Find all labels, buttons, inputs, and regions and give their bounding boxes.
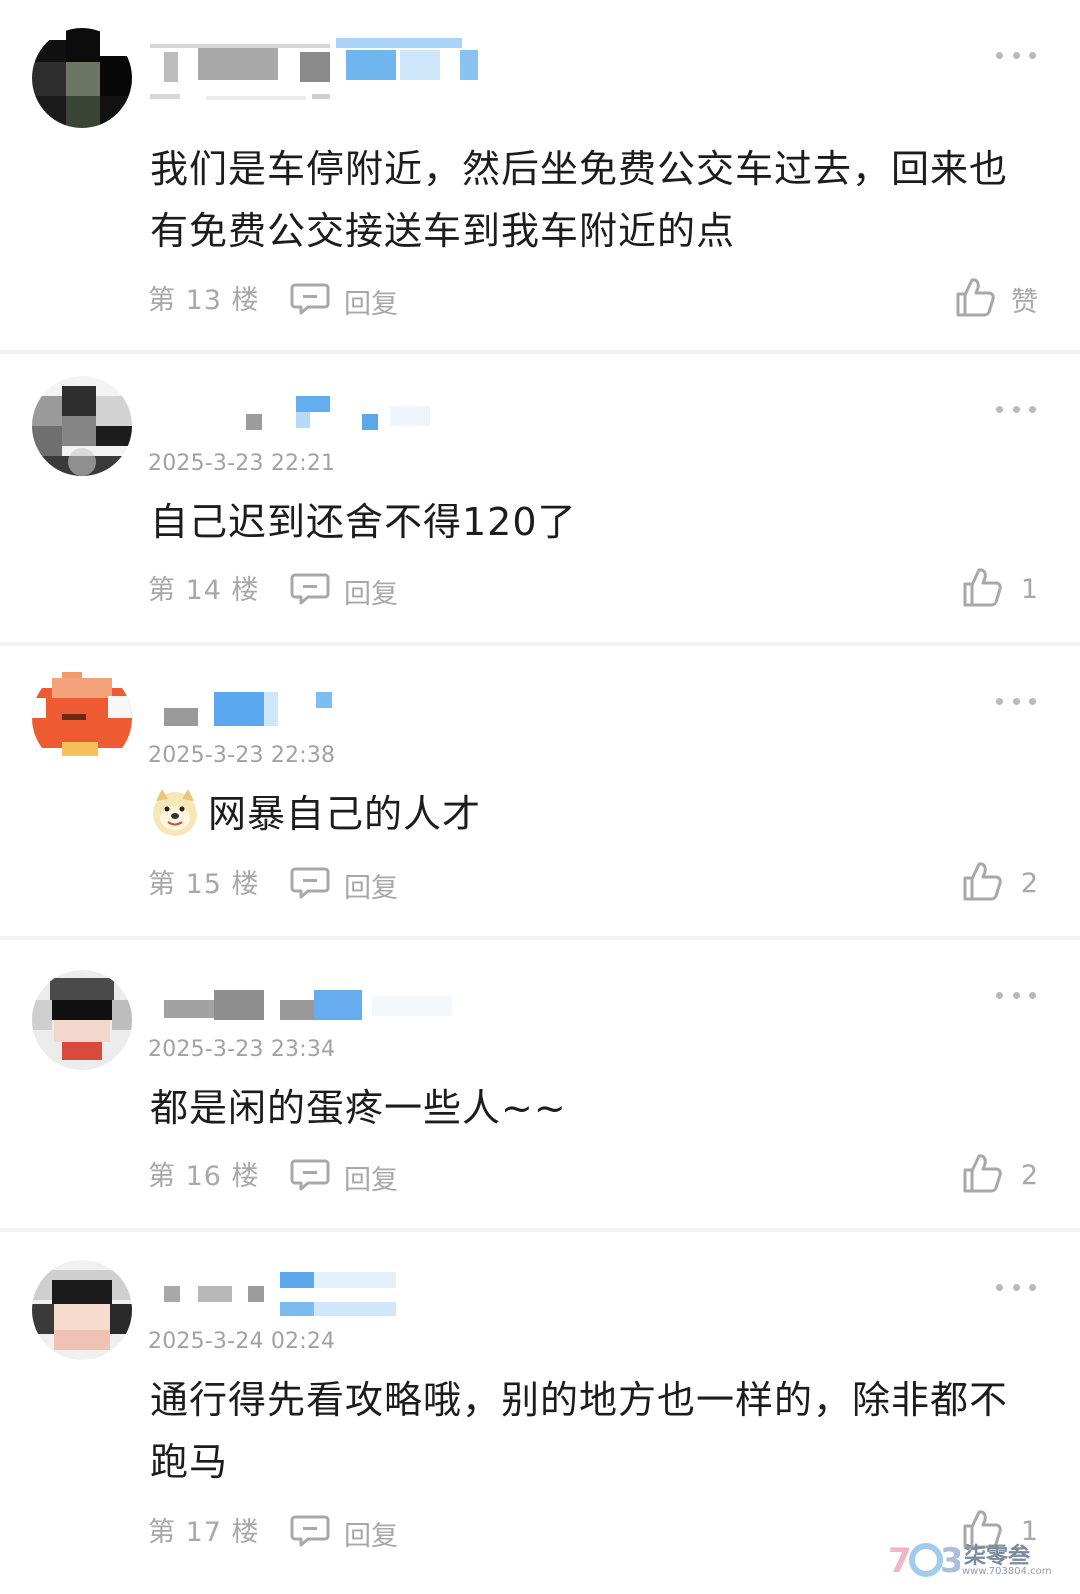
username-blurred[interactable] xyxy=(150,1268,490,1316)
more-icon xyxy=(996,697,1036,705)
reply-label: 回复 xyxy=(344,578,398,610)
reply-button[interactable]: 回复 xyxy=(290,281,398,321)
comment-footer: 第 13 楼 回复 赞 xyxy=(148,278,1038,321)
comment-text: 我们是车停附近，然后坐免费公交车过去，回来也有免费公交接送车到我车附近的点 xyxy=(150,147,1009,253)
reply-label: 回复 xyxy=(344,288,398,320)
floor-number: 第 16 楼 xyxy=(148,1161,260,1192)
more-icon xyxy=(996,1283,1036,1291)
comment-time: 2025-3-23 22:21 xyxy=(148,451,336,476)
username-blurred[interactable] xyxy=(150,38,490,108)
more-icon xyxy=(996,991,1036,999)
reply-button[interactable]: 回复 xyxy=(290,865,398,905)
floor-number: 第 14 楼 xyxy=(148,575,260,606)
more-options-button[interactable] xyxy=(996,45,1036,65)
comment-time: 2025-3-24 02:24 xyxy=(148,1329,336,1354)
more-options-button[interactable] xyxy=(996,691,1036,711)
thumbs-up-icon xyxy=(962,1152,1002,1198)
like-button[interactable]: 2 xyxy=(962,859,1038,907)
avatar[interactable] xyxy=(32,376,132,476)
watermark-logo: 7 3 柒零叁 www.703804.com xyxy=(888,1536,1058,1582)
thumbs-up-icon xyxy=(962,860,1002,906)
floor-number: 第 17 楼 xyxy=(148,1517,260,1548)
comment-footer: 第 15 楼 回复 2 xyxy=(148,862,1038,905)
username-blurred[interactable] xyxy=(150,986,490,1026)
avatar[interactable] xyxy=(32,668,132,768)
comment-text: 自己迟到还舍不得120了 xyxy=(150,500,577,544)
floor-number: 第 13 楼 xyxy=(148,285,260,316)
divider xyxy=(0,642,1080,646)
svg-text:3: 3 xyxy=(940,1541,960,1581)
comment-text: 都是闲的蛋疼一些人~~ xyxy=(150,1086,567,1130)
comment-bubble-icon xyxy=(290,1514,330,1552)
thumbs-up-icon xyxy=(955,276,995,322)
comment-footer: 第 16 楼 回复 2 xyxy=(148,1154,1038,1197)
floor-number: 第 15 楼 xyxy=(148,869,260,900)
comment-bubble-icon xyxy=(290,1158,330,1196)
reply-button[interactable]: 回复 xyxy=(290,1157,398,1197)
like-button[interactable]: 2 xyxy=(962,1151,1038,1199)
username-blurred[interactable] xyxy=(150,690,490,730)
reply-button[interactable]: 回复 xyxy=(290,571,398,611)
comment-text: 网暴自己的人才 xyxy=(150,783,1010,845)
comment-bubble-icon xyxy=(290,282,330,320)
reply-label: 回复 xyxy=(344,872,398,904)
like-button[interactable]: 1 xyxy=(962,565,1038,613)
comment-bubble-icon xyxy=(290,866,330,904)
like-count: 2 xyxy=(1020,1159,1038,1191)
like-button[interactable]: 赞 xyxy=(955,275,1038,323)
more-options-button[interactable] xyxy=(996,1277,1036,1297)
comment-text-content: 网暴自己的人才 xyxy=(208,792,482,836)
watermark-url: www.703804.com xyxy=(962,1566,1052,1577)
svg-text:7: 7 xyxy=(888,1541,912,1581)
divider xyxy=(0,936,1080,940)
like-count: 2 xyxy=(1020,867,1038,899)
like-count: 1 xyxy=(1020,573,1038,605)
more-options-button[interactable] xyxy=(996,399,1036,419)
comment-footer: 第 14 楼 回复 1 xyxy=(148,568,1038,611)
comment-bubble-icon xyxy=(290,572,330,610)
divider xyxy=(0,1228,1080,1232)
like-count: 赞 xyxy=(1011,286,1038,318)
username-blurred[interactable] xyxy=(150,396,490,436)
thumbs-up-icon xyxy=(962,566,1002,612)
avatar[interactable] xyxy=(32,970,132,1070)
more-icon xyxy=(996,51,1036,59)
divider xyxy=(0,350,1080,354)
avatar[interactable] xyxy=(32,28,132,128)
avatar[interactable] xyxy=(32,1260,132,1360)
more-options-button[interactable] xyxy=(996,985,1036,1005)
comment-text: 通行得先看攻略哦，别的地方也一样的，除非都不跑马 xyxy=(150,1378,1009,1484)
reply-label: 回复 xyxy=(344,1520,398,1552)
more-icon xyxy=(996,405,1036,413)
reply-label: 回复 xyxy=(344,1164,398,1196)
reply-button[interactable]: 回复 xyxy=(290,1513,398,1553)
comment-time: 2025-3-23 22:38 xyxy=(148,743,336,768)
watermark-icon: 7 3 xyxy=(888,1541,964,1581)
comment-time: 2025-3-23 23:34 xyxy=(148,1037,336,1062)
doge-emoji-icon xyxy=(150,787,200,837)
